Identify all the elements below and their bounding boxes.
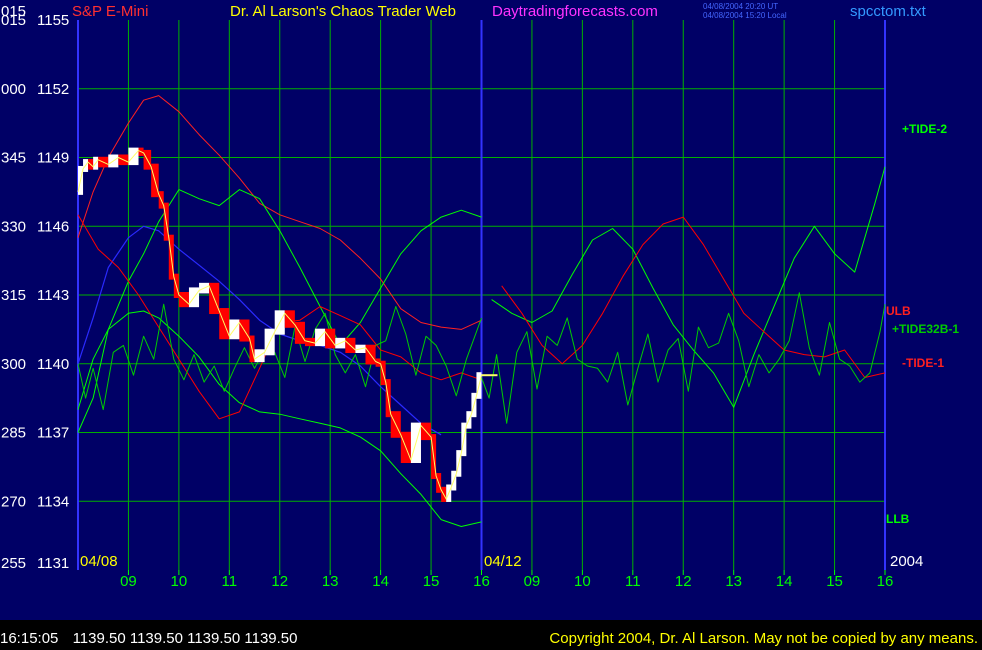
y-tick-price: 1155 bbox=[37, 12, 69, 29]
x-tick-label: 10 bbox=[574, 573, 591, 590]
header-website[interactable]: Daytradingforecasts.com bbox=[492, 3, 658, 20]
header-left-code: 015 bbox=[1, 3, 26, 20]
y-tick-code: 300 bbox=[1, 356, 26, 373]
y-tick-price: 1152 bbox=[37, 81, 69, 98]
series-label-llb: LLB bbox=[886, 512, 910, 526]
date-label-mid: 04/12 bbox=[484, 553, 522, 570]
series-label-tide32b: +TIDE32B-1 bbox=[892, 322, 959, 336]
series-label-tide1: -TIDE-1 bbox=[902, 356, 944, 370]
y-tick-price: 1137 bbox=[37, 425, 69, 442]
y-tick-code: 270 bbox=[1, 493, 26, 510]
x-tick-label: 16 bbox=[877, 573, 894, 590]
x-tick-label: 11 bbox=[625, 573, 641, 590]
x-tick-label: 10 bbox=[171, 573, 188, 590]
header-stamp-line1: 04/08/2004 20:20 UT bbox=[703, 2, 778, 11]
chart: 015 1155 000 1152 345 1149 330 1146 315 1143 300 11… bbox=[0, 0, 982, 650]
x-tick-label: 13 bbox=[725, 573, 742, 590]
y-tick-code: 345 bbox=[1, 150, 26, 167]
y-tick-price: 1134 bbox=[37, 493, 69, 510]
y-tick-price: 1131 bbox=[37, 555, 69, 572]
x-tick-label: 11 bbox=[222, 573, 238, 590]
date-label-end: 2004 bbox=[890, 553, 923, 570]
header-stamp-line2: 04/08/2004 15:20 Local bbox=[703, 11, 787, 20]
x-tick-label: 12 bbox=[675, 573, 692, 590]
y-tick-price: 1143 bbox=[37, 287, 69, 304]
y-tick-price: 1146 bbox=[37, 218, 69, 235]
x-tick-label: 12 bbox=[271, 573, 288, 590]
x-tick-label: 14 bbox=[776, 573, 793, 590]
header-filename: spcctom.txt bbox=[850, 3, 927, 20]
date-label-start: 04/08 bbox=[80, 553, 118, 570]
y-tick-code: 330 bbox=[1, 218, 26, 235]
x-tick-label: 15 bbox=[423, 573, 440, 590]
x-tick-label: 13 bbox=[322, 573, 339, 590]
series-label-ulb: ULB bbox=[886, 304, 911, 318]
header-symbol: S&P E-Mini bbox=[72, 3, 148, 20]
y-tick-code: 255 bbox=[1, 555, 26, 572]
y-tick-code: 000 bbox=[1, 81, 26, 98]
footer-copyright: Copyright 2004, Dr. Al Larson. May not b… bbox=[549, 630, 978, 647]
y-tick-price: 1140 bbox=[37, 356, 69, 373]
x-tick-label: 16 bbox=[473, 573, 490, 590]
footer-quote: 16:15:05 1139.50 1139.50 1139.50 1139.50 bbox=[0, 630, 298, 647]
y-tick-price: 1149 bbox=[37, 150, 69, 167]
x-tick-label: 15 bbox=[826, 573, 843, 590]
x-tick-label: 09 bbox=[120, 573, 137, 590]
y-tick-code: 285 bbox=[1, 425, 26, 442]
series-label-tide2: +TIDE-2 bbox=[902, 122, 947, 136]
footer-ohlc: 1139.50 1139.50 1139.50 1139.50 bbox=[72, 630, 298, 647]
footer-time: 16:15:05 bbox=[0, 630, 59, 647]
x-tick-label: 14 bbox=[372, 573, 389, 590]
header-title: Dr. Al Larson's Chaos Trader Web bbox=[230, 3, 456, 20]
y-tick-code: 315 bbox=[1, 287, 26, 304]
x-tick-label: 09 bbox=[524, 573, 541, 590]
